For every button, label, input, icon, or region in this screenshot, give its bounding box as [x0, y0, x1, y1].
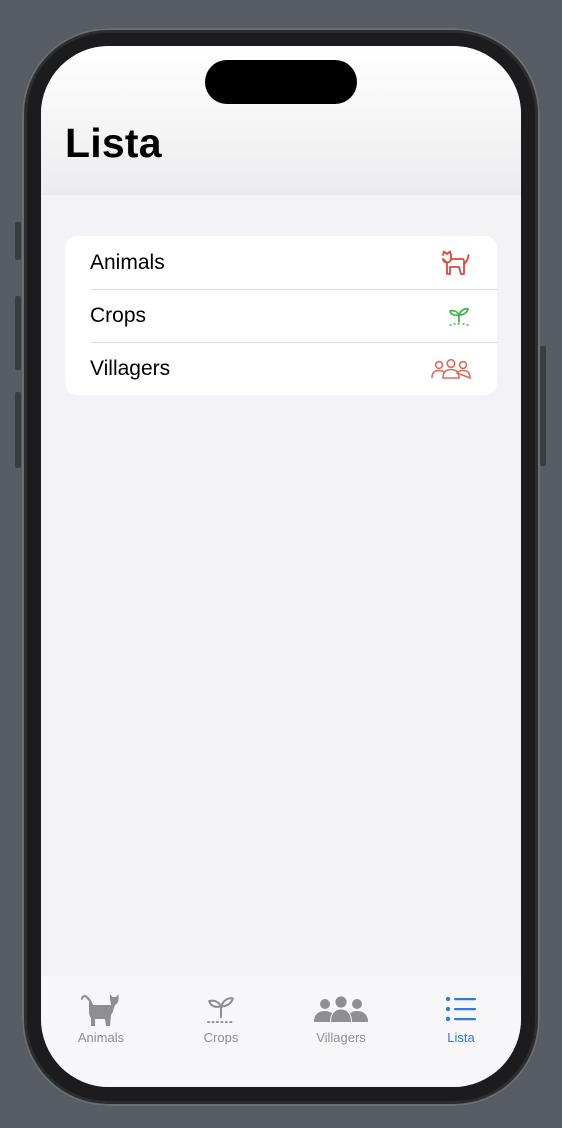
- list-item-label: Villagers: [90, 356, 171, 380]
- tab-label: Animals: [77, 1030, 125, 1045]
- menu-list: Animals Crops Villagers: [65, 236, 497, 395]
- list-icon: [445, 990, 477, 1028]
- volume-down-button: [15, 392, 21, 468]
- dynamic-island: [205, 60, 357, 104]
- volume-up-button: [15, 296, 21, 370]
- sprout-icon: [431, 301, 471, 331]
- sprout-icon: [205, 990, 237, 1028]
- tab-label: Crops: [203, 1030, 239, 1045]
- list-item-label: Crops: [90, 303, 147, 327]
- list-item-villagers[interactable]: Villagers: [65, 342, 497, 395]
- cat-icon: [81, 990, 121, 1028]
- tab-crops[interactable]: Crops: [171, 990, 271, 1045]
- cat-icon: [431, 248, 471, 278]
- list-item-label: Animals: [90, 250, 165, 274]
- action-button: [15, 222, 21, 260]
- screen: Lista Animals Crops Villagers Animals Cr…: [41, 46, 521, 1087]
- list-item-crops[interactable]: Crops: [65, 289, 497, 342]
- people-icon: [314, 990, 368, 1028]
- tab-animals[interactable]: Animals: [51, 990, 151, 1045]
- list-item-animals[interactable]: Animals: [65, 236, 497, 289]
- power-button: [540, 346, 546, 466]
- tab-label: Villagers: [316, 1030, 366, 1045]
- tab-lista[interactable]: Lista: [411, 990, 511, 1045]
- tab-label: Lista: [447, 1030, 475, 1045]
- people-icon: [431, 354, 471, 384]
- tab-villagers[interactable]: Villagers: [291, 990, 391, 1045]
- tab-bar: Animals Crops Villagers Lista: [41, 976, 521, 1087]
- page-title: Lista: [65, 120, 162, 166]
